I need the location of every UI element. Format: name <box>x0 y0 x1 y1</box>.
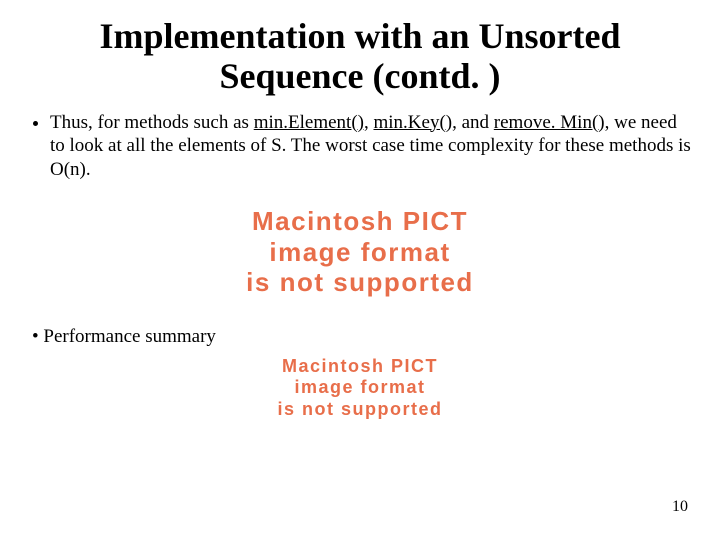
bullet-item-2: • Performance summary <box>32 326 696 348</box>
pict-placeholder-small: Macintosh PICT image format is not suppo… <box>24 356 696 421</box>
method-link-minkey: min.Key() <box>373 112 452 133</box>
pict-placeholder-large: Macintosh PICT image format is not suppo… <box>24 206 696 298</box>
page-number: 10 <box>672 498 688 516</box>
method-link-minelement: min.Element() <box>254 112 364 133</box>
method-link-removemin: remove. Min() <box>494 112 605 133</box>
slide-container: Implementation with an Unsorted Sequence… <box>0 0 720 540</box>
slide-title: Implementation with an Unsorted Sequence… <box>24 16 696 97</box>
bullet-list: Thus, for methods such as min.Element(),… <box>30 111 696 182</box>
bullet-marker: • <box>32 326 43 347</box>
bullet-text-pre: Thus, for methods such as <box>50 112 254 133</box>
bullet-item-1: Thus, for methods such as min.Element(),… <box>50 111 696 182</box>
performance-summary-label: Performance summary <box>43 326 216 347</box>
bullet-sep-2: , and <box>452 112 494 133</box>
